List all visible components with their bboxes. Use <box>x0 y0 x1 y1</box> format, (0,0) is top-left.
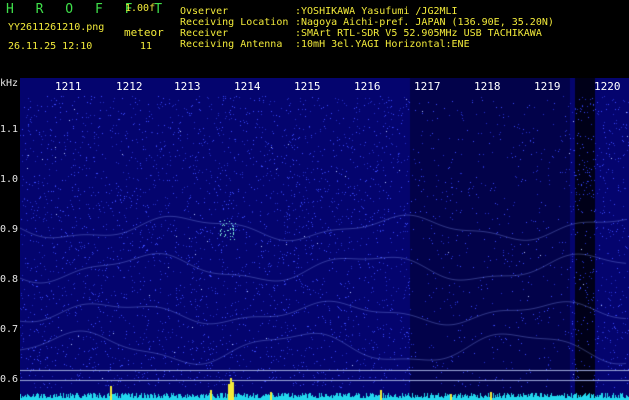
version-label: 1.00f <box>125 3 156 14</box>
y-tick-label: 0.6 <box>0 374 19 385</box>
x-tick-label: 1220 <box>594 80 621 93</box>
x-tick-label: 1219 <box>534 80 561 93</box>
info-value-observer: :YOSHIKAWA Yasufumi /JG2MLI <box>295 6 458 17</box>
y-axis-unit: kHz <box>0 78 19 89</box>
info-value-antenna: :10mH 3el.YAGI Horizontal:ENE <box>295 39 470 50</box>
header-bar: H R O F F T 1.00f YY2611261210.png 26.11… <box>0 0 629 78</box>
info-value-location: :Nagoya Aichi-pref. JAPAN (136.90E, 35.2… <box>295 17 554 28</box>
spectrogram-panel: kHz 1.1 1.0 0.9 0.8 0.7 0.6 1211 1212 12… <box>0 78 629 400</box>
station-info-values: :YOSHIKAWA Yasufumi /JG2MLI :Nagoya Aich… <box>295 6 554 50</box>
y-tick-label: 1.1 <box>0 124 19 135</box>
x-tick-label: 1211 <box>55 80 82 93</box>
info-value-receiver: :SMArt RTL-SDR V5 52.905MHz USB TACHIKAW… <box>295 28 542 39</box>
info-label-antenna: Receiving Antenna <box>180 39 283 50</box>
y-tick-label: 0.7 <box>0 324 19 335</box>
x-tick-label: 1213 <box>174 80 201 93</box>
mode-label: meteor <box>124 26 164 39</box>
x-tick-label: 1216 <box>354 80 381 93</box>
x-tick-label: 1212 <box>116 80 143 93</box>
info-label-location: Receiving Location <box>180 17 289 28</box>
info-label-observer: Ovserver <box>180 6 229 17</box>
y-tick-label: 1.0 <box>0 174 19 185</box>
x-tick-label: 1215 <box>294 80 321 93</box>
info-label-receiver: Receiver <box>180 28 229 39</box>
y-tick-label: 0.9 <box>0 224 19 235</box>
x-tick-label: 1218 <box>474 80 501 93</box>
y-tick-label: 0.8 <box>0 274 19 285</box>
detection-count: 11 <box>140 41 153 52</box>
filename-label: YY2611261210.png <box>8 22 105 33</box>
datetime-label: 26.11.25 12:10 <box>8 41 93 52</box>
x-tick-label: 1217 <box>414 80 441 93</box>
x-tick-label: 1214 <box>234 80 261 93</box>
station-info-labels: Ovserver Receiving Location Receiver Rec… <box>180 6 288 50</box>
spectrogram-canvas <box>20 78 629 400</box>
